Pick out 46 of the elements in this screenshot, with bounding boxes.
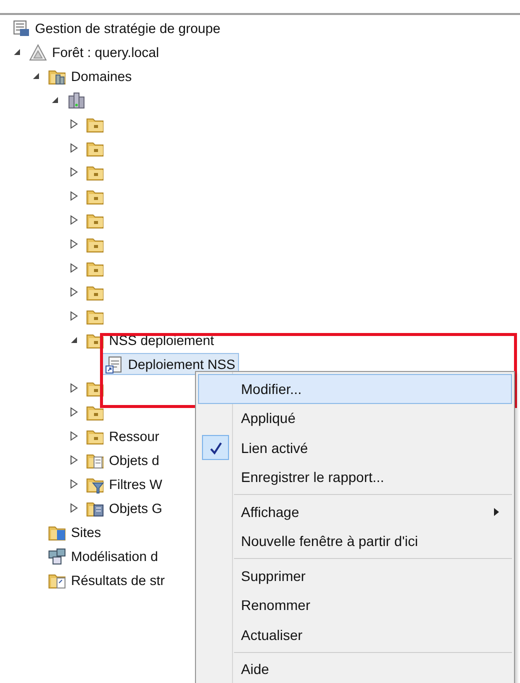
- menu-item[interactable]: Modifier...: [198, 374, 512, 404]
- console-icon: [12, 18, 31, 38]
- expanded-arrow-icon[interactable]: [32, 72, 40, 80]
- collapsed-arrow-icon[interactable]: [70, 215, 78, 225]
- menu-item[interactable]: Renommer: [198, 590, 512, 620]
- menu-item[interactable]: Appliqué: [198, 404, 512, 433]
- collapsed-arrow-icon[interactable]: [70, 503, 78, 513]
- tree-item[interactable]: Sites: [44, 521, 106, 543]
- collapsed-arrow-icon[interactable]: [70, 407, 78, 417]
- expanded-arrow-icon[interactable]: [70, 336, 78, 344]
- menu-item[interactable]: Supprimer: [198, 561, 512, 590]
- tree-item[interactable]: Forêt : query.local: [25, 41, 164, 63]
- tree-item[interactable]: Modélisation d: [44, 545, 162, 567]
- expanded-arrow-icon[interactable]: [50, 96, 58, 104]
- menu-item[interactable]: Enregistrer le rapport...: [198, 462, 512, 492]
- menu-item[interactable]: Lien activé: [198, 433, 512, 462]
- tree-item[interactable]: Gestion de stratégie de groupe: [8, 17, 224, 39]
- collapsed-arrow-icon[interactable]: [70, 143, 78, 153]
- collapsed-arrow-icon[interactable]: [70, 479, 78, 489]
- tree-item[interactable]: Résultats de str: [44, 569, 169, 591]
- menu-item[interactable]: Affichage: [198, 497, 512, 526]
- collapsed-arrow-icon[interactable]: [70, 455, 78, 465]
- tree-item[interactable]: Filtres W: [82, 473, 166, 495]
- collapsed-arrow-icon[interactable]: [70, 383, 78, 393]
- collapsed-arrow-icon[interactable]: [70, 263, 78, 273]
- tree-item[interactable]: Domaines: [44, 65, 136, 87]
- computer-network-icon: [48, 546, 67, 566]
- collapsed-arrow-icon[interactable]: [70, 431, 78, 441]
- tree-item[interactable]: Deploiement NSS: [101, 353, 240, 375]
- collapsed-arrow-icon[interactable]: [70, 119, 78, 129]
- collapsed-arrow-icon[interactable]: [70, 311, 78, 321]
- document-shortcut-icon: [105, 354, 124, 374]
- triangle-icon: [29, 42, 48, 62]
- server-icon: [67, 90, 86, 110]
- collapsed-arrow-icon[interactable]: [70, 239, 78, 249]
- collapsed-arrow-icon[interactable]: [70, 287, 78, 297]
- tree-item[interactable]: Ressour: [82, 425, 164, 447]
- collapsed-arrow-icon[interactable]: [70, 191, 78, 201]
- tree-item[interactable]: NSS deploiement: [82, 329, 218, 351]
- menu-item[interactable]: Actualiser: [198, 620, 512, 650]
- menu-item[interactable]: Nouvelle fenêtre à partir d'ici: [198, 526, 512, 556]
- tree-item[interactable]: Objets G: [82, 497, 166, 519]
- expanded-arrow-icon[interactable]: [12, 48, 20, 56]
- tree-item[interactable]: Objets d: [82, 449, 164, 471]
- collapsed-arrow-icon[interactable]: [70, 167, 78, 177]
- menu-item[interactable]: Aide: [198, 654, 512, 683]
